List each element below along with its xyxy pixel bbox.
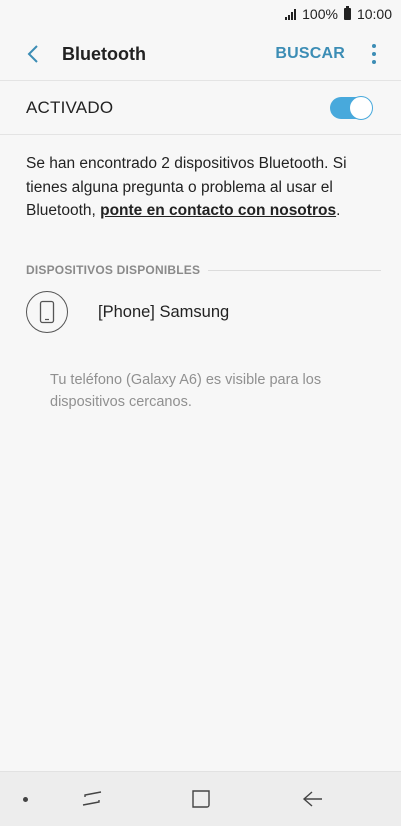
battery-icon (343, 6, 351, 20)
switch-knob (349, 95, 373, 120)
section-divider (208, 269, 381, 271)
app-bar: Bluetooth BUSCAR (0, 28, 401, 81)
battery-percent: 100% (302, 6, 338, 22)
signal-icon (285, 8, 297, 20)
found-devices-description: Se han encontrado 2 dispositivos Bluetoo… (26, 152, 383, 223)
chevron-left-icon (27, 45, 38, 63)
navigation-bar (0, 771, 401, 826)
more-options-button[interactable] (363, 28, 385, 80)
bluetooth-switch[interactable] (330, 95, 373, 120)
phone-icon (26, 291, 68, 333)
device-item[interactable]: [Phone] Samsung (0, 287, 401, 337)
dot-icon[interactable] (10, 772, 40, 826)
page-title: Bluetooth (62, 43, 146, 64)
description-end: . (336, 202, 341, 219)
device-name: [Phone] Samsung (98, 302, 230, 321)
back-button[interactable] (8, 28, 58, 80)
section-label: DISPOSITIVOS DISPONIBLES (26, 263, 201, 277)
back-arrow-icon[interactable] (293, 772, 333, 826)
recents-icon[interactable] (72, 772, 112, 826)
clock: 10:00 (356, 6, 392, 22)
status-bar: 100% 10:00 (0, 0, 401, 28)
bluetooth-toggle-row[interactable]: ACTIVADO (0, 81, 401, 135)
toggle-label: ACTIVADO (26, 97, 114, 117)
search-button[interactable]: BUSCAR (275, 45, 345, 63)
visibility-note: Tu teléfono (Galaxy A6) es visible para … (50, 372, 322, 410)
available-devices-header: DISPOSITIVOS DISPONIBLES (26, 262, 381, 278)
home-icon[interactable] (181, 772, 221, 826)
more-vertical-icon (372, 44, 376, 48)
contact-us-link[interactable]: ponte en contacto con nosotros (100, 202, 336, 219)
